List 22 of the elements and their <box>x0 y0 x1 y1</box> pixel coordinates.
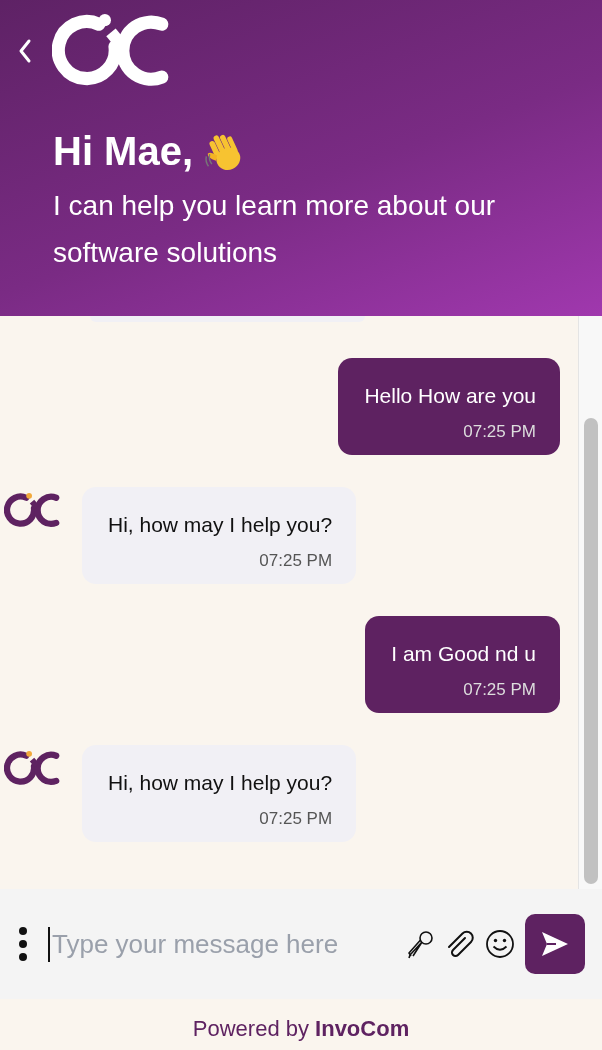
paperclip-icon[interactable] <box>445 929 475 959</box>
message-text: Hi, how may I help you? <box>108 771 333 795</box>
back-icon[interactable] <box>18 37 32 64</box>
message-time: 07:25 PM <box>258 551 333 571</box>
scrollbar-thumb[interactable] <box>583 418 598 884</box>
send-icon[interactable] <box>540 929 570 959</box>
smiley-icon[interactable] <box>485 929 515 959</box>
powered-by-text: Powered by InvoCom <box>192 1015 410 1042</box>
message-time: 07:25 PM <box>462 680 536 700</box>
header-subtitle: I can help you learn more about our software solutions <box>53 189 497 271</box>
message-text: Hi, how may I help you? <box>108 513 333 537</box>
microphone-icon[interactable] <box>405 929 435 959</box>
message-text: Hello How are you <box>364 384 536 408</box>
more-options-icon[interactable] <box>18 926 28 962</box>
bot-avatar-icon <box>4 491 62 530</box>
bot-avatar-icon <box>4 749 62 788</box>
message-input-field[interactable]: Type your message here <box>48 926 395 962</box>
send-button[interactable] <box>525 914 585 974</box>
message-time: 07:25 PM <box>462 422 536 442</box>
message-text: I am Good nd u <box>391 642 536 666</box>
message-time: 07:25 PM <box>258 809 333 829</box>
greeting: Hi Mae, <box>53 129 194 175</box>
